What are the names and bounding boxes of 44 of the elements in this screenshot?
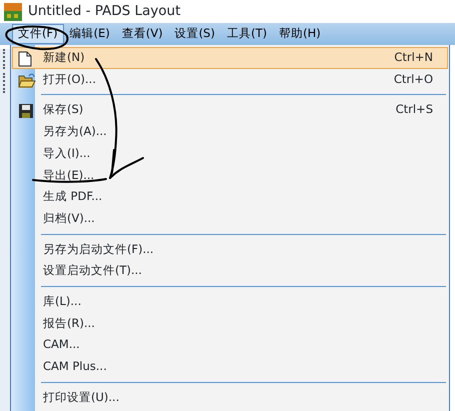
menu-item[interactable]: 生成 PDF... <box>12 186 448 208</box>
toolbar-grip[interactable] <box>3 73 6 93</box>
menu-item[interactable]: 设置(S) <box>168 24 221 44</box>
menu-label: 导入(I)... <box>43 148 90 160</box>
menu-label: 新建(N) <box>43 52 85 64</box>
menu-label: 设置启动文件(T)... <box>43 265 142 277</box>
menu-item[interactable]: 另存为启动文件(F)... <box>12 238 448 260</box>
shortcut-label: Ctrl+N <box>394 52 433 64</box>
menu-item[interactable]: 设置启动文件(T)... <box>12 260 448 282</box>
menu-item[interactable]: CAM Plus... <box>12 356 448 378</box>
toolbar-grip[interactable] <box>3 49 6 69</box>
menu-label: 打印设置(U)... <box>43 392 120 404</box>
menu-item[interactable]: 归档(V)... <box>12 208 448 230</box>
menu-label: 导出(E)... <box>43 170 94 182</box>
menu-item[interactable]: 报告(R)... <box>12 312 448 334</box>
menu-label: CAM... <box>43 339 80 351</box>
menu-item[interactable]: 新建(N) Ctrl+N <box>12 47 448 69</box>
menu-label: 打开(O)... <box>43 74 96 86</box>
menu-item[interactable]: 打开(O)... Ctrl+O <box>12 68 448 90</box>
shortcut-label: Ctrl+S <box>396 104 433 116</box>
menu-item[interactable]: 帮助(H) <box>272 24 327 44</box>
menu-label: 另存为(A)... <box>43 126 107 138</box>
menu-label: 另存为启动文件(F)... <box>43 244 154 256</box>
menu-item[interactable]: 编辑(E) <box>64 24 116 44</box>
menu-item[interactable]: 导入(I)... <box>12 142 448 164</box>
app-logo-icon <box>4 2 22 20</box>
menu-item[interactable]: 导出(E)... <box>12 164 448 186</box>
menu-label: 报告(R)... <box>43 318 95 330</box>
menu-label: 生成 PDF... <box>43 191 102 203</box>
menu-item[interactable]: CAM... <box>12 334 448 356</box>
menu-label: 库(L)... <box>43 296 82 308</box>
menu-label: 归档(V)... <box>43 212 95 224</box>
new-file-icon <box>18 51 32 67</box>
menu-item[interactable]: 另存为(A)... <box>12 121 448 143</box>
folder-icon <box>18 72 36 88</box>
window-title: Untitled - PADS Layout <box>28 2 181 22</box>
menu-item[interactable]: 查看(V) <box>116 24 169 44</box>
menu-item[interactable]: 库(L)... <box>12 290 448 313</box>
menu-item[interactable]: 打印设置(U)... <box>12 386 448 408</box>
menu-item[interactable]: 保存(S) Ctrl+S <box>12 99 448 122</box>
menu-item[interactable]: 工具(T) <box>220 24 273 44</box>
menu-label: CAM Plus... <box>43 361 107 373</box>
shortcut-label: Ctrl+O <box>394 74 433 86</box>
menu-label: 保存(S) <box>43 104 84 116</box>
